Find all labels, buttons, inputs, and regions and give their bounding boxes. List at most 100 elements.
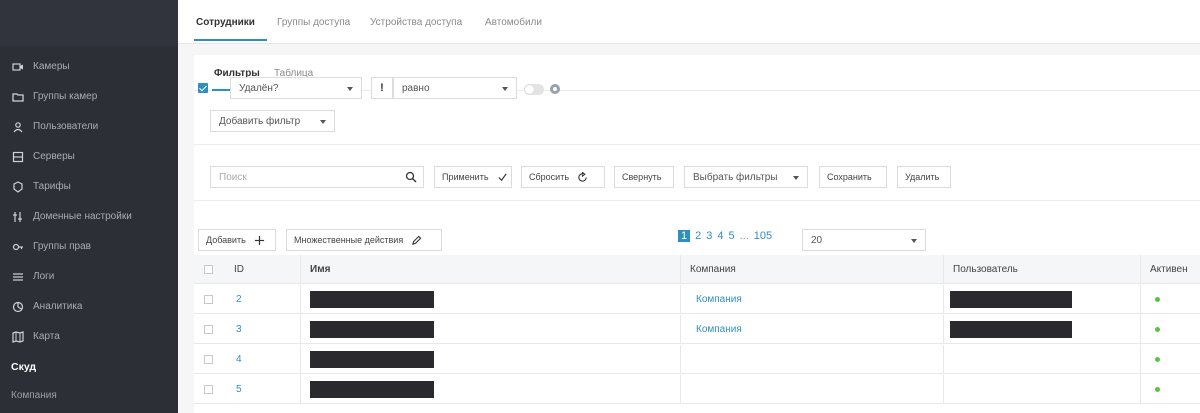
map-icon — [11, 330, 25, 344]
table-row[interactable]: 3 Компания — [194, 315, 1200, 344]
sidebar-item-label: Логи — [33, 271, 55, 282]
select-all-checkbox[interactable] — [204, 265, 213, 274]
reset-label: Сбросить — [529, 172, 570, 182]
row-company-link[interactable]: Компания — [696, 285, 742, 314]
column-header-active[interactable]: Активен — [1150, 255, 1188, 284]
row-id-link[interactable]: 4 — [236, 345, 242, 374]
collapse-label: Свернуть — [622, 172, 662, 182]
save-label: Сохранить — [827, 172, 872, 182]
page-2[interactable]: 2 — [695, 230, 701, 242]
column-header-company[interactable]: Компания — [690, 255, 736, 284]
search-icon[interactable] — [405, 171, 417, 183]
save-button[interactable]: Сохранить — [819, 166, 887, 188]
plus-icon — [254, 235, 265, 246]
column-header-user[interactable]: Пользователь — [953, 255, 1018, 284]
user-icon — [11, 120, 25, 134]
row-id-link[interactable]: 5 — [236, 375, 242, 404]
sidebar-item-label: Камеры — [33, 61, 70, 72]
divider — [194, 144, 1200, 145]
tab-access-devices[interactable]: Устройства доступа — [370, 17, 462, 28]
page-3[interactable]: 3 — [706, 230, 712, 242]
sidebar-item-logs[interactable]: Логи — [0, 262, 178, 291]
page-last[interactable]: 105 — [754, 230, 772, 242]
column-divider — [1140, 375, 1141, 404]
add-filter-label: Добавить фильтр — [219, 115, 301, 127]
filter-operator-select[interactable]: равно — [393, 77, 517, 99]
filter-enabled-checkbox[interactable] — [198, 83, 208, 93]
collapse-button[interactable]: Свернуть — [614, 166, 674, 188]
tab-employees[interactable]: Сотрудники — [196, 17, 255, 28]
refresh-icon — [577, 171, 588, 183]
column-divider — [1140, 255, 1141, 284]
row-checkbox[interactable] — [204, 325, 213, 334]
active-status-icon — [1155, 387, 1160, 392]
reset-button[interactable]: Сбросить — [521, 166, 605, 188]
row-id-link[interactable]: 2 — [236, 285, 242, 314]
column-header-id[interactable]: ID — [234, 255, 244, 284]
sidebar-item-map[interactable]: Карта — [0, 322, 178, 351]
row-company-link[interactable]: Компания — [696, 315, 742, 344]
column-divider — [943, 255, 944, 284]
pagination-ellipsis: ... — [739, 230, 749, 242]
page-4[interactable]: 4 — [717, 230, 723, 242]
column-divider — [680, 345, 681, 374]
tab-access-groups[interactable]: Группы доступа — [277, 17, 350, 28]
top-tabs: Сотрудники Группы доступа Устройства дос… — [178, 0, 1200, 44]
table-row[interactable]: 5 — [194, 375, 1200, 404]
filter-field-select[interactable]: Удалён? — [230, 77, 362, 99]
per-page-value: 20 — [811, 234, 823, 246]
row-checkbox[interactable] — [204, 295, 213, 304]
column-divider — [943, 285, 944, 314]
filter-value-toggle[interactable] — [524, 84, 544, 95]
filter-field-value: Удалён? — [239, 82, 279, 94]
sidebar-item-cameras[interactable]: Камеры — [0, 52, 178, 81]
sidebar-item-label: Группы прав — [33, 241, 91, 252]
column-divider — [300, 285, 301, 314]
row-checkbox[interactable] — [204, 355, 213, 364]
analytics-icon — [11, 300, 25, 314]
sidebar-item-permission-groups[interactable]: Группы прав — [0, 232, 178, 261]
sidebar-item-company[interactable]: Компания — [0, 381, 178, 410]
table-row[interactable]: 2 Компания — [194, 285, 1200, 314]
server-icon — [11, 150, 25, 164]
sidebar: Камеры Группы камер Пользователи Серверы… — [0, 0, 178, 413]
page-1[interactable]: 1 — [678, 230, 691, 242]
apply-label: Применить — [442, 172, 489, 182]
sliders-icon — [11, 210, 25, 224]
table-row[interactable]: 4 — [194, 345, 1200, 374]
per-page-select[interactable]: 20 — [802, 229, 926, 251]
sidebar-section-skud[interactable]: Скуд — [0, 352, 178, 381]
redacted-name — [310, 321, 434, 338]
column-divider — [943, 345, 944, 374]
column-divider — [300, 315, 301, 344]
row-id-link[interactable]: 3 — [236, 315, 242, 344]
sidebar-item-camera-groups[interactable]: Группы камер — [0, 82, 178, 111]
column-header-name[interactable]: Имя — [310, 255, 330, 284]
table-header-row: ID Имя Компания Пользователь Активен — [194, 255, 1200, 284]
pagination: 1 2 3 4 5 ... 105 — [678, 230, 777, 242]
sidebar-item-servers[interactable]: Серверы — [0, 142, 178, 171]
sidebar-item-users[interactable]: Пользователи — [0, 112, 178, 141]
sidebar-item-domain-settings[interactable]: Доменные настройки — [0, 202, 178, 231]
add-filter-select[interactable]: Добавить фильтр — [210, 110, 335, 132]
tab-cars[interactable]: Автомобили — [485, 17, 542, 28]
column-divider — [680, 255, 681, 284]
page-5[interactable]: 5 — [729, 230, 735, 242]
filter-negate-toggle[interactable]: ! — [371, 77, 393, 99]
sidebar-item-label: Группы камер — [33, 91, 98, 102]
bulk-actions-button[interactable]: Множественные действия — [286, 229, 442, 251]
delete-button[interactable]: Удалить — [897, 166, 951, 188]
apply-button[interactable]: Применить — [434, 166, 512, 188]
logo-area — [0, 0, 178, 46]
main-content: Сотрудники Группы доступа Устройства дос… — [178, 0, 1200, 413]
active-status-icon — [1155, 327, 1160, 332]
employees-panel: Фильтры Таблица Удалён? ! равно Добавить… — [194, 55, 1200, 413]
sidebar-item-tariffs[interactable]: Тарифы — [0, 172, 178, 201]
row-checkbox[interactable] — [204, 385, 213, 394]
column-divider — [943, 315, 944, 344]
remove-filter-icon[interactable] — [550, 84, 560, 94]
search-input[interactable] — [211, 167, 391, 187]
sidebar-item-analytics[interactable]: Аналитика — [0, 292, 178, 321]
add-button[interactable]: Добавить — [198, 229, 276, 251]
choose-filters-select[interactable]: Выбрать фильтры — [684, 166, 808, 188]
